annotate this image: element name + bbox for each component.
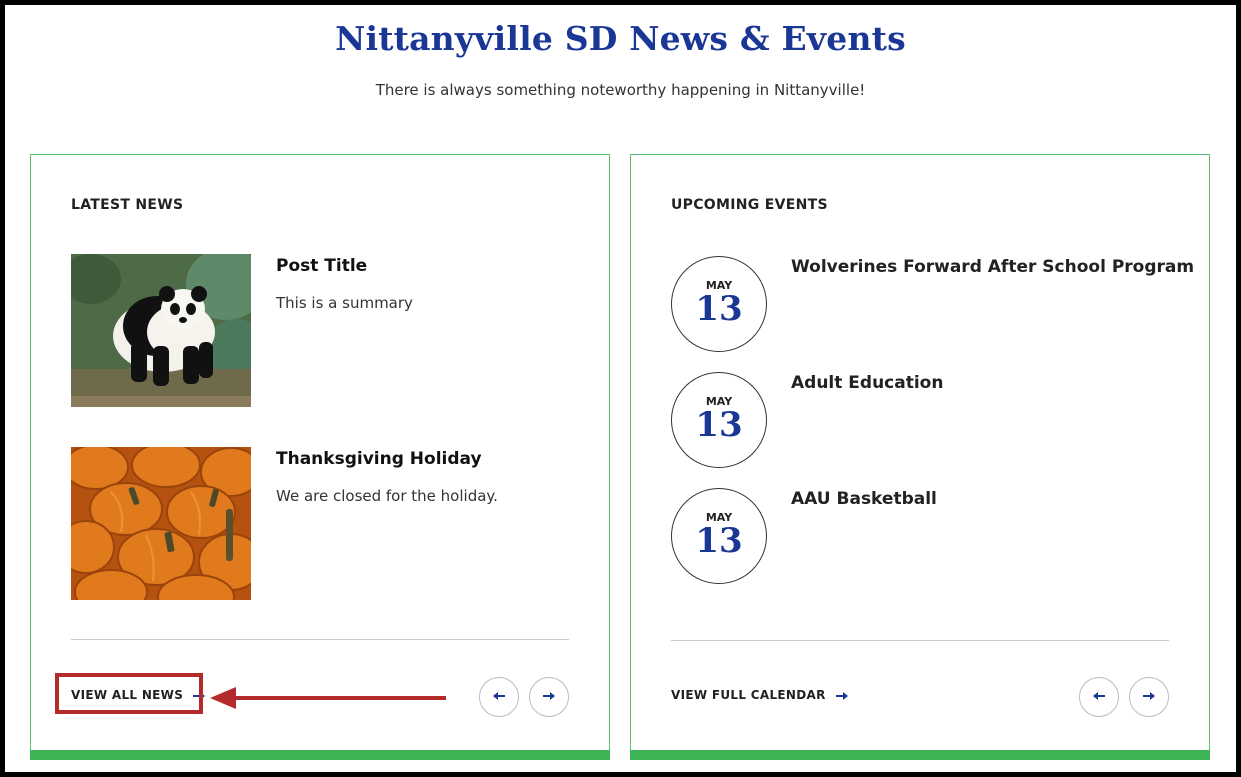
page-title: Nittanyville SD News & Events [335, 19, 906, 58]
upcoming-events-heading: UPCOMING EVENTS [671, 197, 828, 213]
arrow-left-icon [1093, 688, 1105, 706]
arrow-right-icon [835, 690, 848, 700]
event-title[interactable]: Adult Education [791, 373, 943, 393]
event-title[interactable]: Wolverines Forward After School Program [791, 257, 1194, 277]
news-prev-button[interactable] [479, 677, 519, 717]
news-card-accent-bar [30, 750, 610, 760]
latest-news-heading: LATEST NEWS [71, 197, 184, 213]
news-divider [71, 639, 569, 640]
events-card-accent-bar [630, 750, 1210, 760]
pumpkins-thumbnail[interactable] [71, 447, 251, 600]
news-item-summary: This is a summary [276, 294, 413, 312]
annotation-highlight-box [55, 673, 203, 714]
arrow-left-icon [493, 688, 505, 706]
view-full-calendar-label: VIEW FULL CALENDAR [671, 688, 826, 702]
event-day: 13 [695, 289, 743, 329]
event-item[interactable]: MAY 13 Adult Education [671, 372, 1171, 468]
event-day: 13 [695, 405, 743, 445]
news-item-summary: We are closed for the holiday. [276, 487, 498, 505]
arrow-right-icon [1143, 688, 1155, 706]
event-day: 13 [695, 521, 743, 561]
event-date-badge: MAY 13 [671, 256, 767, 352]
page-frame: Nittanyville SD News & Events There is a… [5, 5, 1236, 772]
news-next-button[interactable] [529, 677, 569, 717]
view-full-calendar-link[interactable]: VIEW FULL CALENDAR [671, 688, 848, 702]
upcoming-events-card: UPCOMING EVENTS MAY 13 Wolverines Forwar… [630, 154, 1210, 760]
news-item[interactable]: Thanksgiving Holiday We are closed for t… [71, 447, 571, 600]
latest-news-card: LATEST NEWS Post Title This is a summary… [30, 154, 610, 760]
events-prev-button[interactable] [1079, 677, 1119, 717]
event-item[interactable]: MAY 13 AAU Basketball [671, 488, 1171, 584]
annotation-arrow-icon [210, 683, 450, 718]
news-item[interactable]: Post Title This is a summary [71, 254, 571, 407]
events-next-button[interactable] [1129, 677, 1169, 717]
news-item-title[interactable]: Thanksgiving Holiday [276, 449, 482, 469]
event-date-badge: MAY 13 [671, 372, 767, 468]
news-item-title[interactable]: Post Title [276, 256, 367, 276]
events-divider [671, 640, 1169, 641]
event-date-badge: MAY 13 [671, 488, 767, 584]
event-item[interactable]: MAY 13 Wolverines Forward After School P… [671, 256, 1194, 352]
event-title[interactable]: AAU Basketball [791, 489, 937, 509]
arrow-right-icon [543, 688, 555, 706]
panda-thumbnail[interactable] [71, 254, 251, 407]
page-subtitle: There is always something noteworthy hap… [375, 81, 866, 99]
